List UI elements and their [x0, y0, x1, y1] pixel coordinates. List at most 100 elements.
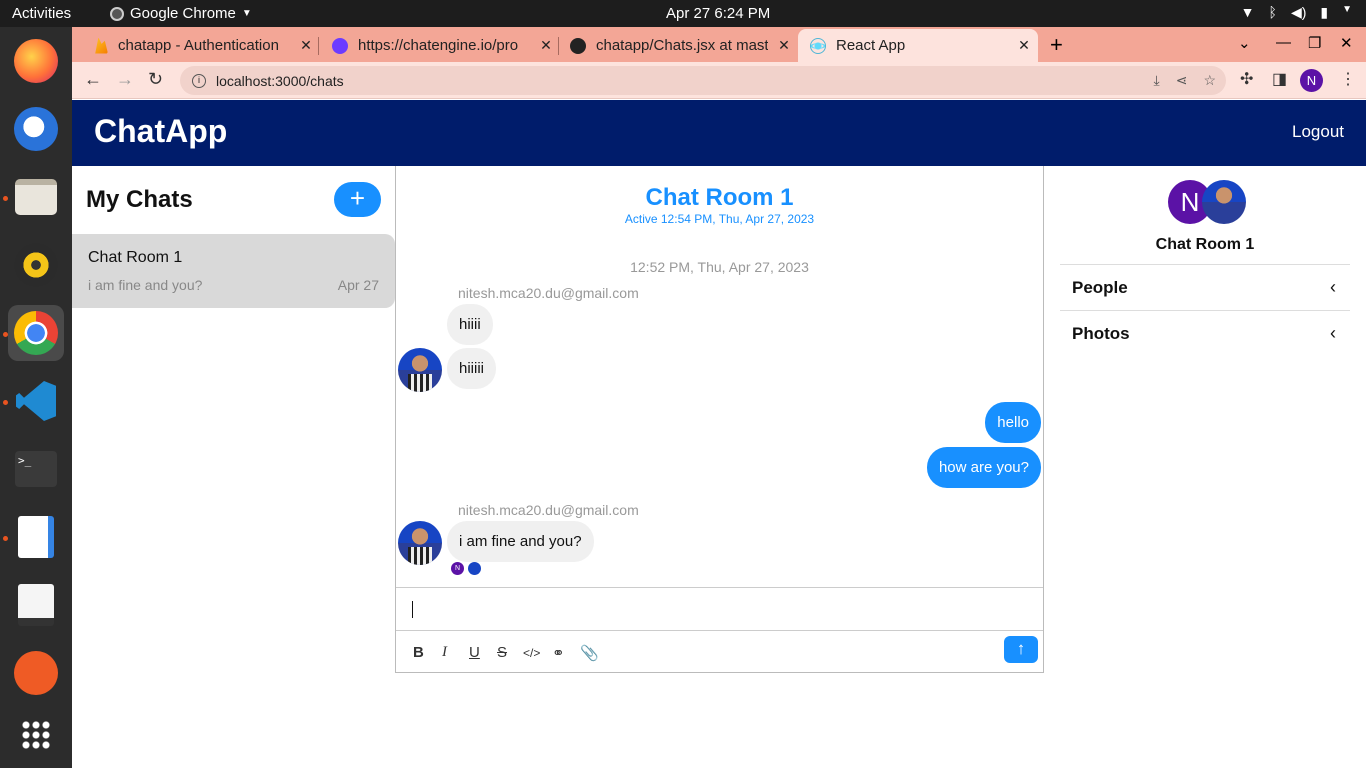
tab-react-app[interactable]: React App ✕ — [798, 29, 1038, 62]
postman-icon — [14, 651, 58, 695]
extensions-icon[interactable]: ✣ — [1240, 69, 1253, 89]
logout-button[interactable]: Logout — [1292, 122, 1344, 142]
dock-vscode[interactable] — [8, 373, 64, 429]
install-icon[interactable]: ⤓ — [1154, 72, 1160, 89]
system-tray[interactable]: ▼ ᛒ ◀) ▮ ▼ — [1241, 4, 1352, 21]
dock-files[interactable] — [8, 169, 64, 225]
dock-terminal[interactable]: >_ — [8, 441, 64, 497]
text-editor-icon — [18, 516, 54, 558]
restore-icon[interactable]: ❐ — [1308, 34, 1321, 52]
message-bubble: hiiiii — [447, 348, 497, 389]
activities-button[interactable]: Activities — [12, 5, 71, 22]
battery-icon: ▮ — [1320, 4, 1329, 20]
app-header: ChatApp Logout — [72, 100, 1366, 166]
reload-icon[interactable]: ↻ — [148, 69, 163, 90]
volume-icon: ◀) — [1290, 4, 1307, 20]
rhythmbox-icon — [14, 243, 58, 287]
message-sender: nitesh.mca20.du@gmail.com — [458, 502, 639, 518]
react-icon — [810, 37, 826, 54]
dock-postman[interactable] — [8, 645, 64, 701]
url-text: localhost:3000/chats — [216, 72, 344, 89]
message-bubble: hiiii — [447, 304, 493, 345]
message-bubble-own: how are you? — [926, 447, 1041, 488]
app-menu-label: Google Chrome — [130, 5, 236, 22]
sender-avatar[interactable] — [398, 521, 442, 565]
send-button[interactable]: ↑ — [1004, 636, 1038, 663]
profile-avatar[interactable]: N — [1300, 69, 1323, 92]
strikethrough-icon[interactable]: S — [497, 644, 507, 661]
dock-text-editor[interactable] — [8, 509, 64, 565]
attachment-icon[interactable]: 📎 — [580, 644, 599, 662]
message-bubble-own: hello — [985, 402, 1041, 443]
new-chat-button[interactable]: + — [334, 182, 381, 217]
chat-card-date: Apr 27 — [337, 277, 379, 293]
app-menu[interactable]: Google Chrome ▼ — [110, 5, 252, 22]
message-timestamp: 12:52 PM, Thu, Apr 27, 2023 — [630, 259, 809, 275]
share-icon[interactable]: ⋖ — [1176, 72, 1188, 89]
dock-chrome[interactable] — [8, 305, 64, 361]
clock[interactable]: Apr 27 6:24 PM — [666, 5, 770, 22]
settings-room-name: Chat Room 1 — [1155, 236, 1255, 253]
tab-chatengine[interactable]: https://chatengine.io/pro ✕ — [320, 29, 554, 62]
italic-icon[interactable]: I — [442, 644, 447, 661]
address-bar[interactable]: i localhost:3000/chats ⤓ ⋖ ☆ — [180, 66, 1226, 95]
tab-search-icon[interactable]: ⌄ — [1238, 34, 1251, 52]
minimize-icon[interactable]: — — [1276, 34, 1291, 51]
chat-list-title: My Chats — [86, 186, 193, 213]
more-menu-icon[interactable]: ⋮ — [1340, 69, 1356, 89]
tab-title: https://chatengine.io/pro — [358, 37, 519, 54]
dock-rhythmbox[interactable] — [8, 237, 64, 293]
underline-icon[interactable]: U — [469, 644, 480, 661]
sender-avatar[interactable] — [398, 348, 442, 392]
new-tab-button[interactable]: + — [1050, 32, 1063, 58]
vscode-icon — [16, 381, 56, 421]
close-icon[interactable]: ✕ — [776, 37, 792, 54]
browser-toolbar: ← → ↻ i localhost:3000/chats ⤓ ⋖ ☆ ✣ ◨ N… — [72, 62, 1366, 99]
tab-github[interactable]: chatapp/Chats.jsx at mast ✕ — [558, 29, 792, 62]
dock-thunderbird[interactable] — [8, 101, 64, 157]
member-avatar — [1202, 180, 1246, 224]
bookmark-star-icon[interactable]: ☆ — [1203, 72, 1216, 89]
chrome-icon — [110, 6, 124, 21]
site-info-icon[interactable]: i — [192, 73, 206, 88]
github-icon — [570, 37, 586, 54]
tab-firebase[interactable]: chatapp - Authentication ✕ — [80, 29, 314, 62]
photos-section[interactable]: Photos ‹ — [1060, 310, 1350, 356]
bold-icon[interactable]: B — [413, 644, 424, 661]
chevron-left-icon: ‹ — [1330, 323, 1336, 343]
message-input[interactable] — [396, 587, 1043, 631]
section-label: Photos — [1072, 324, 1130, 343]
people-section[interactable]: People ‹ — [1060, 264, 1350, 310]
message-sender: nitesh.mca20.du@gmail.com — [458, 285, 639, 301]
chat-settings-panel: N Chat Room 1 People ‹ Photos ‹ — [1044, 166, 1366, 768]
caret-down-icon: ▼ — [241, 8, 252, 19]
link-icon[interactable]: ⚭ — [552, 644, 565, 662]
side-panel-icon[interactable]: ◨ — [1272, 69, 1287, 89]
back-icon[interactable]: ← — [84, 69, 102, 90]
chat-card[interactable]: Chat Room 1 i am fine and you? Apr 27 — [72, 234, 395, 308]
close-icon[interactable]: ✕ — [1016, 37, 1032, 54]
show-apps-button[interactable] — [8, 707, 64, 763]
chatengine-icon — [332, 37, 348, 54]
dock-document-viewer[interactable] — [8, 577, 64, 633]
close-icon[interactable]: ✕ — [298, 37, 314, 54]
chrome-icon — [14, 311, 58, 355]
chat-feed: Chat Room 1 Active 12:54 PM, Thu, Apr 27… — [395, 166, 1044, 673]
firebase-icon — [95, 37, 108, 54]
close-icon[interactable]: ✕ — [538, 37, 554, 54]
forward-icon[interactable]: → — [116, 69, 134, 90]
wifi-icon: ▼ — [1240, 4, 1255, 20]
format-toolbar: B I U S </> ⚭ 📎 ↑ — [396, 632, 1043, 672]
read-receipt-avatar — [468, 562, 481, 575]
text-cursor — [412, 601, 413, 618]
dock-firefox[interactable] — [8, 33, 64, 89]
terminal-icon: >_ — [15, 451, 57, 487]
window-close-icon[interactable]: ✕ — [1340, 34, 1353, 52]
files-icon — [15, 179, 57, 215]
tab-strip: chatapp - Authentication ✕ https://chate… — [72, 27, 1366, 62]
code-icon[interactable]: </> — [523, 646, 540, 660]
chat-card-preview: i am fine and you? — [88, 277, 203, 293]
bluetooth-icon: ᛒ — [1268, 4, 1277, 20]
system-top-bar: Activities Google Chrome ▼ Apr 27 6:24 P… — [0, 0, 1366, 27]
document-viewer-icon — [18, 584, 54, 626]
